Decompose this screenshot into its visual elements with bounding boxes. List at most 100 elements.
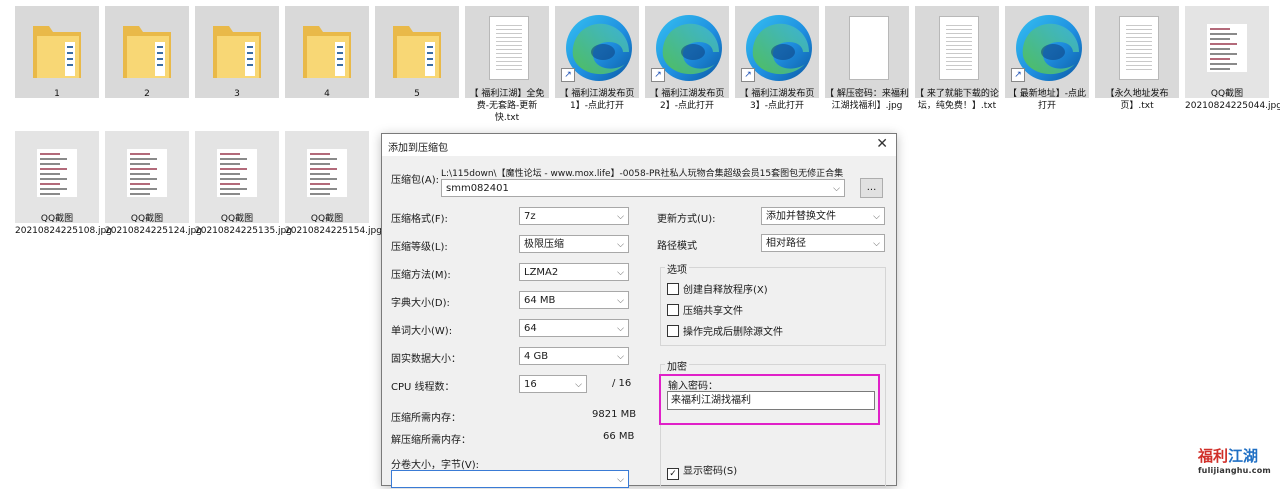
close-icon[interactable]: ✕ [876, 136, 888, 152]
update-select[interactable]: 添加并替换文件 ⌵ [761, 207, 885, 225]
mem-decompress-label: 解压缩所需内存： [391, 435, 471, 446]
method-select[interactable]: LZMA2 ⌵ [519, 263, 629, 281]
word-select[interactable]: 64 ⌵ [519, 319, 629, 337]
method-value: LZMA2 [524, 267, 559, 278]
file-item[interactable]: 2 [105, 6, 189, 126]
solid-select[interactable]: 4 GB ⌵ [519, 347, 629, 365]
cpu-total: / 16 [612, 378, 632, 389]
file-item[interactable]: QQ截图20210824225154.jpg [285, 131, 382, 251]
chevron-down-icon: ⌵ [873, 212, 880, 222]
file-thumbnail [375, 6, 459, 98]
delete-checkbox[interactable]: 操作完成后删除源文件 [667, 323, 783, 338]
file-thumbnail [1095, 6, 1179, 98]
text-file-icon [1119, 16, 1159, 80]
split-combo[interactable]: ⌵ [391, 470, 629, 488]
dict-value: 64 MB [524, 295, 556, 306]
level-label: 压缩等级(L): [391, 242, 448, 253]
file-item[interactable]: ↗ 【 福利江湖发布页3】-点此打开 [735, 6, 819, 126]
options-title: 选项 [665, 261, 689, 276]
cpu-select[interactable]: 16 ⌵ [519, 375, 587, 393]
file-item[interactable]: QQ截图20210824225124.jpg [105, 131, 202, 251]
watermark-text-a: 福利 [1198, 447, 1229, 465]
file-thumbnail [285, 131, 369, 223]
file-thumbnail [15, 131, 99, 223]
checkmark-icon: ✓ [667, 468, 679, 480]
checkbox-icon [667, 325, 679, 337]
archive-name-combo[interactable]: smm082401 ⌵ [441, 179, 845, 197]
chevron-down-icon: ⌵ [873, 239, 880, 249]
text-file-icon [489, 16, 529, 80]
file-item[interactable]: 【 福利江湖】全免费-无套路-更新快.txt [465, 6, 549, 126]
archive-name-value: smm082401 [446, 183, 509, 194]
file-item[interactable]: QQ截图20210824225108.jpg [15, 131, 112, 251]
file-item[interactable]: 3 [195, 6, 279, 126]
archive-label: 压缩包(A): [391, 175, 440, 186]
method-label: 压缩方法(M): [391, 270, 451, 281]
file-item[interactable]: ↗ 【 最新地址】-点此打开 [1005, 6, 1089, 126]
image-thumbnail-icon [1207, 24, 1247, 72]
shortcut-arrow-icon: ↗ [651, 68, 665, 82]
file-label: 【 福利江湖发布页2】-点此打开 [649, 89, 725, 111]
file-item[interactable]: QQ截图20210824225044.jpg [1185, 6, 1280, 126]
mem-compress-label: 压缩所需内存： [391, 413, 461, 424]
file-thumbnail: ↗ [555, 6, 639, 98]
file-item[interactable]: 4 [285, 6, 369, 126]
file-item[interactable]: 【 解压密码：来福利江湖找福利】.jpg [825, 6, 909, 126]
show-password-checkbox[interactable]: ✓ 显示密码(S) [667, 462, 737, 480]
mem-compress-value: 9821 MB [592, 409, 637, 420]
dialog-titlebar[interactable]: 添加到压缩包 ✕ [382, 134, 896, 156]
image-thumbnail-icon [217, 149, 257, 197]
shared-checkbox[interactable]: 压缩共享文件 [667, 302, 743, 317]
chevron-down-icon: ⌵ [617, 352, 624, 362]
highlight-box [659, 374, 880, 425]
watermark-logo: 福利江湖 fulijianghu.com [1198, 445, 1271, 475]
file-label: 【永久地址发布页】.txt [1105, 89, 1169, 111]
level-select[interactable]: 极限压缩 ⌵ [519, 235, 629, 253]
file-label: 【 福利江湖】全免费-无套路-更新快.txt [469, 89, 545, 123]
sfx-checkbox[interactable]: 创建自释放程序(X) [667, 281, 768, 296]
file-item[interactable]: 5 [375, 6, 459, 126]
file-thumbnail [825, 6, 909, 98]
update-label: 更新方式(U): [657, 214, 716, 225]
level-value: 极限压缩 [524, 239, 564, 250]
shortcut-arrow-icon: ↗ [741, 68, 755, 82]
dict-select[interactable]: 64 MB ⌵ [519, 291, 629, 309]
file-label: QQ截图20210824225154.jpg [285, 214, 382, 236]
browse-button[interactable]: ... [860, 178, 883, 198]
word-value: 64 [524, 323, 537, 334]
file-item[interactable]: ↗ 【 福利江湖发布页1】-点此打开 [555, 6, 639, 126]
file-label: 2 [144, 89, 150, 99]
file-thumbnail [465, 6, 549, 98]
image-thumbnail-icon [37, 149, 77, 197]
path-mode-select[interactable]: 相对路径 ⌵ [761, 234, 885, 252]
file-item[interactable]: QQ截图20210824225135.jpg [195, 131, 292, 251]
cpu-value: 16 [524, 379, 537, 390]
file-item[interactable]: 【 来了就能下载的论坛，纯免费！】.txt [915, 6, 999, 126]
file-thumbnail: ↗ [1005, 6, 1089, 98]
folder-icon [211, 20, 263, 80]
file-label: QQ截图20210824225108.jpg [15, 214, 112, 236]
path-mode-value: 相对路径 [766, 238, 806, 249]
mem-decompress-value: 66 MB [603, 431, 635, 442]
chevron-down-icon: ⌵ [617, 475, 624, 485]
file-item[interactable]: 【永久地址发布页】.txt [1095, 6, 1179, 126]
chevron-down-icon: ⌵ [617, 240, 624, 250]
shared-label: 压缩共享文件 [683, 306, 743, 317]
checkbox-icon [667, 304, 679, 316]
file-item[interactable]: ↗ 【 福利江湖发布页2】-点此打开 [645, 6, 729, 126]
folder-icon [391, 20, 443, 80]
file-label: 【 福利江湖发布页1】-点此打开 [559, 89, 635, 111]
file-thumbnail: ↗ [645, 6, 729, 98]
image-thumbnail-icon [307, 149, 347, 197]
solid-label: 固实数据大小： [391, 354, 461, 365]
file-item[interactable]: 1 [15, 6, 99, 126]
folder-icon [121, 20, 173, 80]
file-label: 1 [54, 89, 60, 99]
blank-file-icon [849, 16, 889, 80]
sfx-label: 创建自释放程序(X) [683, 285, 768, 296]
chevron-down-icon: ⌵ [617, 296, 624, 306]
shortcut-arrow-icon: ↗ [1011, 68, 1025, 82]
format-select[interactable]: 7z ⌵ [519, 207, 629, 225]
file-thumbnail [195, 6, 279, 98]
chevron-down-icon: ⌵ [617, 324, 624, 334]
